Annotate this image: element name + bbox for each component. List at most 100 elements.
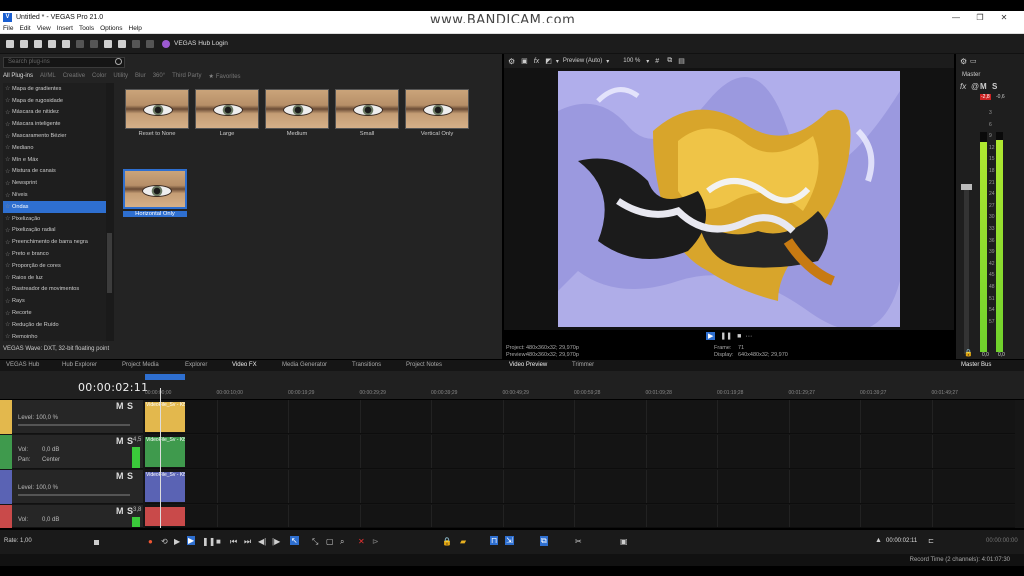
preview-quality-select[interactable]: Preview (Auto): [563, 58, 602, 64]
preset-tile[interactable]: Medium: [265, 89, 329, 137]
star-icon[interactable]: ☆: [5, 239, 11, 246]
preset-tile[interactable]: Reset to None: [125, 89, 189, 137]
mute-button[interactable]: M: [980, 82, 987, 91]
video-track-lane[interactable]: VideoFile_Sv - KB: [145, 400, 1015, 434]
envelope-tool-icon[interactable]: ⤡: [312, 537, 318, 547]
star-icon[interactable]: ☆: [5, 215, 11, 222]
trim-icon[interactable]: ⊳: [372, 537, 379, 546]
go-to-end-button[interactable]: ⏭: [244, 537, 251, 547]
level-slider[interactable]: [18, 424, 130, 426]
star-icon[interactable]: ☆: [5, 180, 11, 187]
search-icon[interactable]: [115, 58, 122, 65]
menu-view[interactable]: View: [37, 25, 51, 32]
plugin-list-scrollbar[interactable]: [106, 83, 114, 341]
plugin-list-item[interactable]: ☆ Máscara inteligente: [3, 118, 106, 130]
fx-icon[interactable]: ▭: [970, 57, 977, 65]
audio-track-header[interactable]: M S Vol: 0,0 dB -3,8: [0, 505, 143, 528]
video-track-lane[interactable]: VideoFile_Sv - KB: [145, 470, 1015, 504]
chevron-down-icon[interactable]: ▾: [646, 58, 649, 65]
master-fader-handle[interactable]: [961, 184, 972, 190]
plugin-list-item[interactable]: ☆ Níveis: [3, 189, 106, 201]
more-options-icon[interactable]: ···: [745, 333, 752, 340]
tab-vegas-hub[interactable]: VEGAS Hub: [6, 362, 39, 368]
new-project-icon[interactable]: [6, 39, 14, 48]
marker-icon[interactable]: ▰: [460, 537, 466, 546]
menu-file[interactable]: File: [3, 25, 13, 32]
tab-explorer[interactable]: Explorer: [185, 362, 207, 368]
auto-ripple-icon[interactable]: ⇲: [505, 536, 514, 545]
tab-all-plugins[interactable]: All Plug-ins: [3, 73, 33, 79]
lock-envelopes-icon[interactable]: 🔒: [442, 537, 452, 546]
preset-tile[interactable]: Small: [335, 89, 399, 137]
video-event-clip[interactable]: VideoFile_Sv - KB: [145, 402, 185, 432]
plugin-list-item[interactable]: ☆ Proporção de cores: [3, 260, 106, 272]
star-icon[interactable]: ☆: [5, 203, 11, 210]
plugin-list-item[interactable]: ☆ Rays: [3, 295, 106, 307]
star-icon[interactable]: ☆: [5, 227, 11, 234]
plugin-list-item[interactable]: ☆ Remoinho: [3, 331, 106, 341]
fx-icon[interactable]: fx: [534, 58, 539, 65]
play-from-start-button[interactable]: ▶: [174, 537, 180, 546]
preset-tile[interactable]: Large: [195, 89, 259, 137]
star-icon[interactable]: ☆: [5, 121, 11, 128]
master-fader-track[interactable]: [961, 184, 972, 354]
solo-button[interactable]: S: [127, 401, 133, 411]
fx-chain-icon[interactable]: fx: [960, 82, 966, 91]
plugin-list-item[interactable]: ☆ Preenchimento de barra negra: [3, 236, 106, 248]
star-icon[interactable]: ☆: [5, 97, 11, 104]
record-button[interactable]: ●: [148, 537, 153, 546]
tab-creative[interactable]: Creative: [63, 73, 85, 79]
plugin-list-item[interactable]: ☆ Ondas: [3, 200, 106, 213]
plugin-list-item[interactable]: ☆ Mascaramento Bézier: [3, 130, 106, 142]
close-button[interactable]: ✕: [992, 13, 1016, 22]
solo-button[interactable]: S: [127, 471, 133, 481]
star-icon[interactable]: ☆: [5, 321, 11, 328]
go-to-start-button[interactable]: ⏮: [230, 537, 237, 547]
open-icon[interactable]: [20, 39, 28, 48]
properties-icon[interactable]: [62, 39, 70, 48]
plugin-list-item[interactable]: ☆ Mistura de canais: [3, 166, 106, 178]
star-icon[interactable]: ☆: [5, 85, 11, 92]
render-icon[interactable]: ▣: [620, 537, 628, 546]
copy-icon[interactable]: [90, 39, 98, 48]
tab-ai-ml[interactable]: AI/ML: [40, 73, 56, 79]
delete-icon[interactable]: ✕: [358, 537, 365, 546]
star-icon[interactable]: ☆: [5, 168, 11, 175]
split-screen-icon[interactable]: ◩: [545, 57, 552, 65]
plugin-list-item[interactable]: ☆ Rastreador de movimentos: [3, 284, 106, 296]
tab-hub-explorer[interactable]: Hub Explorer: [62, 362, 97, 368]
rate-slider-handle[interactable]: [94, 540, 99, 545]
star-icon[interactable]: ☆: [5, 251, 11, 258]
selection-tool-icon[interactable]: ▢: [326, 537, 334, 546]
previous-frame-button[interactable]: ◀|: [258, 537, 266, 546]
play-button[interactable]: ▶: [187, 536, 196, 545]
tab-third-party[interactable]: Third Party: [172, 73, 201, 79]
snapping-icon[interactable]: ⊓: [490, 536, 499, 545]
external-monitor-icon[interactable]: ▣: [521, 57, 528, 65]
plugin-search-input[interactable]: Search plug-ins: [3, 57, 125, 68]
menu-edit[interactable]: Edit: [19, 25, 30, 32]
star-icon[interactable]: ☆: [5, 274, 11, 281]
plugin-list-item[interactable]: ☆ Recorte: [3, 307, 106, 319]
audio-event-clip[interactable]: [145, 507, 185, 526]
tab-master-bus[interactable]: Master Bus: [961, 362, 991, 368]
audio-track-lane[interactable]: [145, 505, 1015, 528]
plugin-list-item[interactable]: ☆ Máscara de nitidez: [3, 107, 106, 119]
mute-button[interactable]: M: [116, 506, 124, 516]
plugin-list-item[interactable]: ☆ Pixelização radial: [3, 225, 106, 237]
render-icon[interactable]: [48, 39, 56, 48]
preset-tile[interactable]: Horizontal Only: [123, 169, 187, 217]
tab-color[interactable]: Color: [92, 73, 106, 79]
loop-playback-icon[interactable]: ⟲: [161, 537, 168, 546]
plugin-list-item[interactable]: ☆ Redução de Ruído: [3, 319, 106, 331]
minimize-button[interactable]: —: [944, 13, 968, 22]
video-track-header[interactable]: M S Level: 100,0 %: [0, 400, 143, 434]
paste-icon[interactable]: [104, 39, 112, 48]
crossfade-icon[interactable]: ⧉: [540, 536, 548, 546]
plugin-list-item[interactable]: ☆ Preto e branco: [3, 248, 106, 260]
tab-video-preview[interactable]: Video Preview: [509, 362, 547, 368]
chevron-down-icon[interactable]: ▾: [606, 58, 609, 65]
video-track-header[interactable]: M S Level: 100,0 %: [0, 470, 143, 504]
tab-blur[interactable]: Blur: [135, 73, 146, 79]
level-slider[interactable]: [18, 494, 130, 496]
